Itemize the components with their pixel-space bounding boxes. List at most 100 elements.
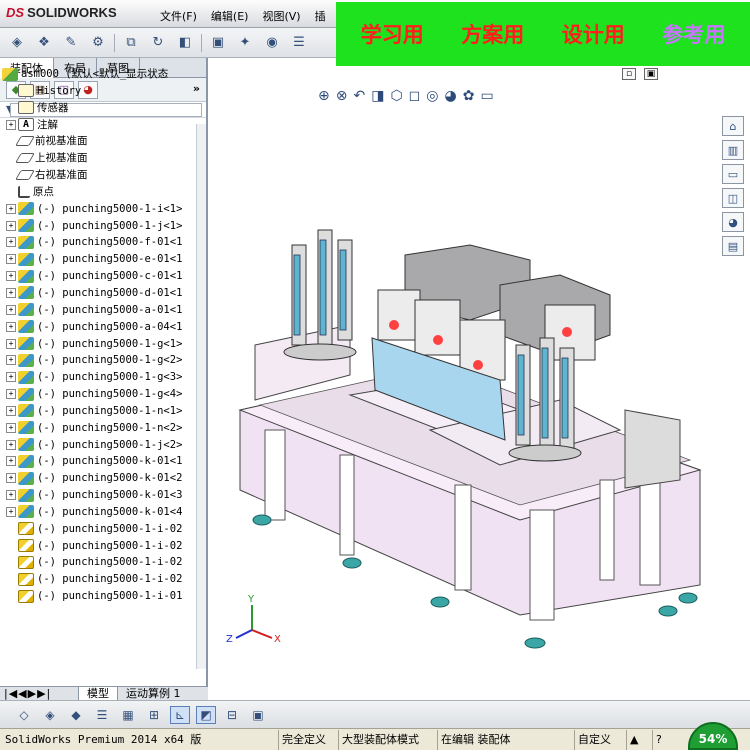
menu-edit[interactable]: 编辑(E)	[211, 8, 249, 24]
tree-part-node[interactable]: + (-) punching5000-1-g<4>	[0, 386, 206, 403]
insert-component-icon[interactable]: ❖	[33, 33, 55, 53]
expand-icon[interactable]: +	[6, 490, 16, 501]
tree-part-node[interactable]: + (-) punching5000-1-n<1>	[0, 403, 206, 420]
tile-window-icon[interactable]: ▣	[644, 68, 658, 80]
expand-icon[interactable]: +	[6, 456, 16, 467]
tree-part-node[interactable]: + (-) punching5000-a-04<1	[0, 319, 206, 336]
expand-icon[interactable]: +	[6, 439, 16, 450]
new-motion-study-icon[interactable]: ◉	[261, 33, 283, 53]
sketch-icon[interactable]: ⊾	[170, 705, 190, 724]
cube-icon[interactable]: ◩	[196, 705, 216, 724]
assembly-model-view[interactable]: Y X Z	[210, 66, 750, 686]
expand-icon[interactable]: +	[6, 287, 16, 298]
expand-icon[interactable]: +	[6, 203, 16, 214]
tab-motion-study[interactable]: 运动算例 1	[117, 687, 189, 700]
zoom-area-icon[interactable]: ⊗	[336, 88, 348, 104]
expand-icon[interactable]: +	[6, 355, 16, 366]
expand-icon[interactable]: +	[6, 237, 16, 248]
scene-icon[interactable]: ✿	[463, 88, 475, 104]
tree-part-node[interactable]: + (-) punching5000-k-01<3	[0, 487, 206, 504]
tab-model[interactable]: 模型	[78, 687, 117, 700]
bill-of-materials-icon[interactable]: ☰	[288, 33, 310, 53]
table-icon[interactable]: ⊟	[222, 706, 242, 724]
tree-node[interactable]: 传感器	[0, 100, 206, 117]
tree-node[interactable]: 右视基准面	[0, 167, 206, 184]
pattern-icon[interactable]: ⊞	[144, 706, 164, 724]
wireframe-icon[interactable]: ◇	[14, 706, 34, 724]
expand-icon[interactable]: +	[6, 321, 16, 332]
expand-icon[interactable]: +	[6, 304, 16, 315]
tree-part-node[interactable]: (-) punching5000-1-i-02	[0, 521, 206, 538]
tree-part-node[interactable]: + (-) punching5000-1-j<1>	[0, 218, 206, 235]
help-icon[interactable]: ?	[652, 730, 665, 750]
tree-part-node[interactable]: (-) punching5000-1-i-01	[0, 588, 206, 605]
zoom-to-fit-icon[interactable]: ⊕	[318, 88, 330, 104]
graphics-area[interactable]: Y X Z	[210, 66, 750, 686]
grid-icon[interactable]: ▦	[118, 706, 138, 724]
expand-icon[interactable]: +	[6, 389, 16, 400]
tree-node[interactable]: History	[0, 83, 206, 100]
tree-part-node[interactable]: + (-) punching5000-a-01<1	[0, 302, 206, 319]
tree-node[interactable]: + A 注解	[0, 117, 206, 134]
custom-properties-icon[interactable]: ▤	[722, 236, 744, 256]
pencil-icon[interactable]: ✎	[60, 33, 82, 53]
list-icon[interactable]: ☰	[92, 706, 112, 724]
show-hidden-icon[interactable]: ◧	[174, 33, 196, 53]
solidworks-logo[interactable]: DS SOLIDWORKS	[6, 5, 117, 20]
new-component-icon[interactable]: ◈	[6, 33, 28, 53]
reference-geometry-icon[interactable]: ✦	[234, 33, 256, 53]
tree-part-node[interactable]: + (-) punching5000-k-01<4	[0, 504, 206, 521]
display-style-icon[interactable]: ◻	[409, 88, 421, 104]
previous-view-icon[interactable]: ↶	[353, 88, 365, 104]
view-settings-icon[interactable]: ▭	[480, 88, 493, 104]
expand-icon[interactable]: +	[6, 220, 16, 231]
view-orientation-icon[interactable]: ⬡	[390, 88, 402, 104]
expand-icon[interactable]: +	[6, 372, 16, 383]
expand-icon[interactable]: +	[6, 119, 16, 130]
tree-part-node[interactable]: + (-) punching5000-1-g<3>	[0, 369, 206, 386]
expand-icon[interactable]: +	[6, 473, 16, 484]
status-units[interactable]: 自定义	[574, 730, 614, 750]
tab-scroll-buttons[interactable]: |◀◀▶▶|	[0, 687, 78, 700]
tree-node[interactable]: 原点	[0, 184, 206, 201]
tree-part-node[interactable]: + (-) punching5000-1-i<1>	[0, 201, 206, 218]
tree-node[interactable]: 上视基准面	[0, 150, 206, 167]
expand-icon[interactable]: +	[6, 422, 16, 433]
restore-window-icon[interactable]: ▫	[622, 68, 636, 80]
tree-part-node[interactable]: + (-) punching5000-1-n<2>	[0, 420, 206, 437]
tree-part-node[interactable]: (-) punching5000-1-i-02	[0, 554, 206, 571]
expand-icon[interactable]: +	[6, 271, 16, 282]
expand-icon[interactable]: +	[6, 506, 16, 517]
status-dropdown-icon[interactable]: ▲	[626, 730, 641, 750]
tree-part-node[interactable]: + (-) punching5000-c-01<1	[0, 268, 206, 285]
hidden-lines-icon[interactable]: ◈	[40, 706, 60, 724]
tree-part-node[interactable]: + (-) punching5000-f-01<1	[0, 234, 206, 251]
tree-part-node[interactable]: + (-) punching5000-1-j<2>	[0, 437, 206, 454]
view-palette-icon[interactable]: ◫	[722, 188, 744, 208]
assembly-features-icon[interactable]: ▣	[207, 33, 229, 53]
tree-part-node[interactable]: + (-) punching5000-1-g<1>	[0, 336, 206, 353]
section-view-icon[interactable]: ◨	[371, 88, 384, 104]
menu-view[interactable]: 视图(V)	[262, 8, 300, 24]
move-component-icon[interactable]: ↻	[147, 33, 169, 53]
design-library-icon[interactable]: ▥	[722, 140, 744, 160]
menu-file[interactable]: 文件(F)	[160, 8, 197, 24]
tree-part-node[interactable]: + (-) punching5000-k-01<1	[0, 453, 206, 470]
hide-show-items-icon[interactable]: ◎	[426, 88, 438, 104]
expand-icon[interactable]: +	[6, 338, 16, 349]
tree-part-node[interactable]: + (-) punching5000-d-01<1	[0, 285, 206, 302]
expand-icon[interactable]: +	[6, 254, 16, 265]
mate-icon[interactable]: ⧉	[120, 33, 142, 53]
tree-scrollbar[interactable]	[196, 124, 206, 669]
tree-part-node[interactable]: (-) punching5000-1-i-02	[0, 538, 206, 555]
smart-fasteners-icon[interactable]: ⚙	[87, 33, 109, 53]
shaded-icon[interactable]: ◆	[66, 706, 86, 724]
file-explorer-icon[interactable]: ▭	[722, 164, 744, 184]
tree-node[interactable]: 前视基准面	[0, 133, 206, 150]
appearances-icon[interactable]: ◕	[722, 212, 744, 232]
tree-part-node[interactable]: + (-) punching5000-k-01<2	[0, 470, 206, 487]
tree-part-node[interactable]: + (-) punching5000-e-01<1	[0, 251, 206, 268]
tree-part-node[interactable]: (-) punching5000-1-i-02	[0, 571, 206, 588]
menu-insert[interactable]: 插	[315, 8, 326, 24]
expand-icon[interactable]: +	[6, 405, 16, 416]
